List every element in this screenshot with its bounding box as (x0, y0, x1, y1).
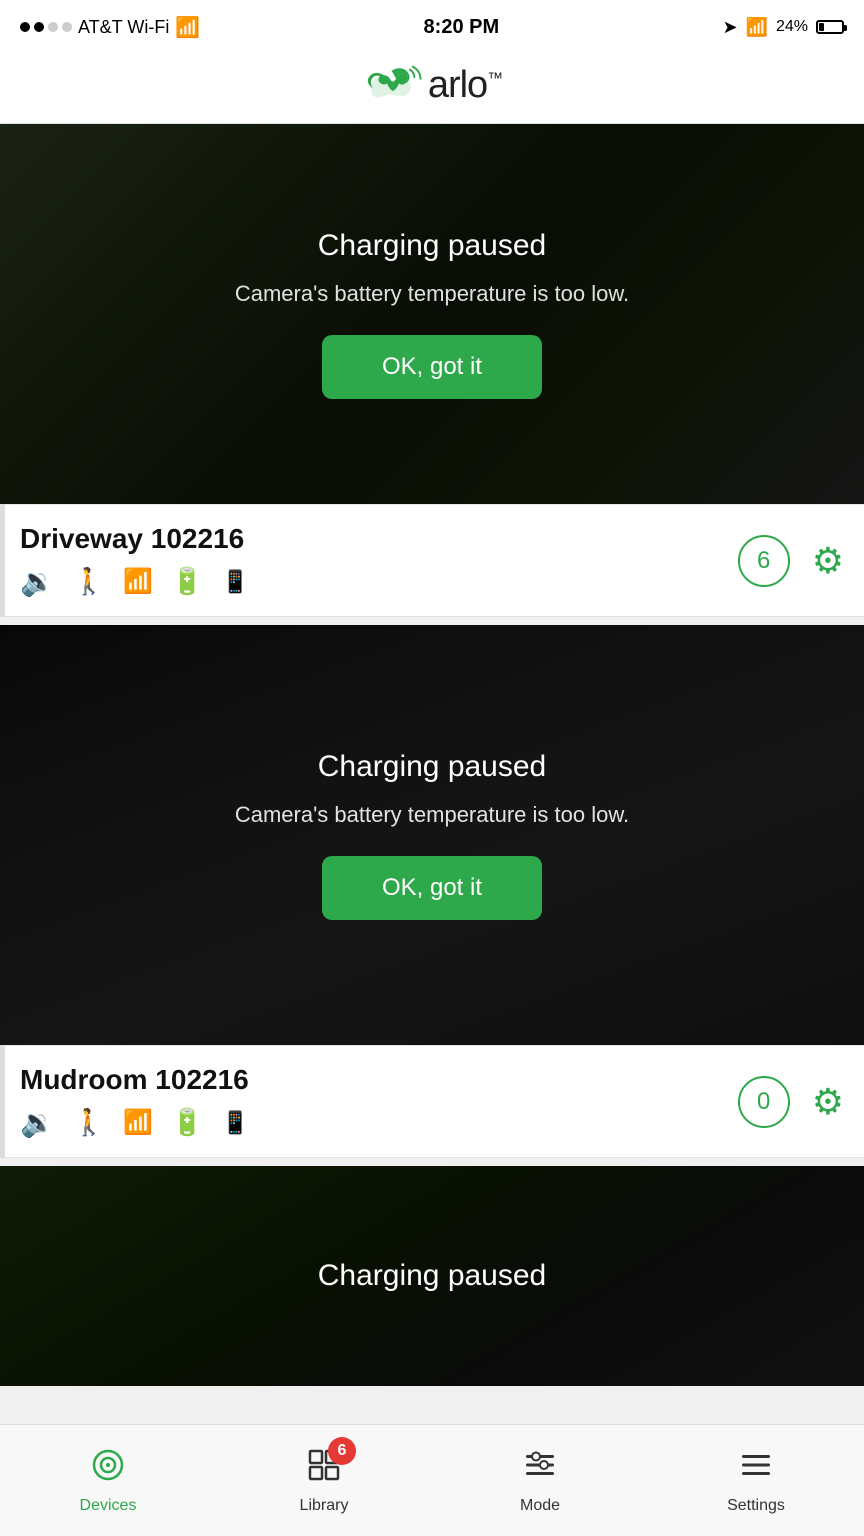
library-label: Library (300, 1497, 349, 1515)
battery-fill (819, 23, 824, 31)
location-icon: ➤ (722, 17, 737, 38)
charging-title-1: Charging paused (318, 229, 547, 263)
devices-icon (90, 1447, 126, 1491)
mode-label: Mode (520, 1497, 560, 1515)
signal-dot-1 (20, 22, 30, 32)
signal-dot-3 (48, 22, 58, 32)
app-header: arlo™ (0, 50, 864, 124)
library-badge: 6 (328, 1437, 356, 1465)
signal-dot-4 (62, 22, 72, 32)
device-icon-1: 📱 (222, 569, 249, 595)
status-right: ➤ 📶 24% (722, 17, 844, 38)
nav-library[interactable]: 6 Library (216, 1425, 432, 1536)
camera-2-left: Mudroom 102216 🔉 🚶 📶 🔋 📱 (20, 1064, 249, 1139)
settings-icon-2[interactable]: ⚙ (812, 1081, 844, 1123)
device-icon-2: 📱 (222, 1110, 249, 1136)
camera-view-1: Charging paused Camera's battery tempera… (0, 124, 864, 504)
camera-2-name: Mudroom 102216 (20, 1064, 249, 1096)
charging-title-2: Charging paused (318, 750, 547, 784)
settings-icon-1[interactable]: ⚙ (812, 540, 844, 582)
battery-icon (816, 20, 844, 34)
battery-low-icon-2: 🔋 (171, 1107, 203, 1138)
motion-icon-1: 🚶 (73, 566, 105, 597)
time-display: 8:20 PM (424, 16, 500, 39)
settings-icon (738, 1447, 774, 1491)
status-bar: AT&T Wi-Fi 📶 8:20 PM ➤ 📶 24% (0, 0, 864, 50)
bottom-nav: Devices 6 Library Mode (0, 1424, 864, 1536)
arlo-logo: arlo™ (362, 64, 502, 107)
devices-svg-icon (90, 1447, 126, 1483)
wifi-status-icon-1: 📶 (123, 567, 153, 596)
status-left: AT&T Wi-Fi 📶 (20, 15, 200, 40)
camera-card-2: Charging paused Camera's battery tempera… (0, 625, 864, 1158)
motion-icon-2: 🚶 (73, 1107, 105, 1138)
battery-percent: 24% (776, 18, 808, 36)
settings-svg-icon (738, 1447, 774, 1483)
bluetooth-icon: 📶 (746, 17, 768, 38)
wifi-status-icon-2: 📶 (123, 1108, 153, 1137)
notif-badge-2[interactable]: 0 (738, 1076, 790, 1128)
camera-2-icons: 🔉 🚶 📶 🔋 📱 (20, 1106, 249, 1139)
camera-1-left: Driveway 102216 🔉 🚶 📶 🔋 📱 (20, 523, 249, 598)
charging-title-3: Charging paused (318, 1259, 547, 1293)
signal-dot-2 (34, 22, 44, 32)
arlo-bird-icon (362, 65, 424, 107)
camera-card-1: Charging paused Camera's battery tempera… (0, 124, 864, 617)
charging-subtitle-2: Camera's battery temperature is too low. (235, 802, 629, 828)
signal-dots (20, 22, 72, 32)
devices-label: Devices (80, 1497, 137, 1515)
nav-mode[interactable]: Mode (432, 1425, 648, 1536)
ok-button-1[interactable]: OK, got it (322, 335, 542, 399)
mode-icon (522, 1447, 558, 1491)
audio-icon-1: 🔉 (20, 565, 55, 598)
camera-overlay-1: Charging paused Camera's battery tempera… (0, 124, 864, 504)
camera-overlay-2: Charging paused Camera's battery tempera… (0, 625, 864, 1045)
arlo-wordmark: arlo™ (428, 64, 502, 107)
battery-low-icon-1: 🔋 (171, 566, 203, 597)
camera-view-3: Charging paused (0, 1166, 864, 1386)
camera-card-3: Charging paused (0, 1166, 864, 1386)
camera-2-right: 0 ⚙ (738, 1076, 844, 1128)
camera-overlay-3: Charging paused (0, 1166, 864, 1386)
audio-icon-2: 🔉 (20, 1106, 55, 1139)
charging-subtitle-1: Camera's battery temperature is too low. (235, 281, 629, 307)
ok-button-2[interactable]: OK, got it (322, 856, 542, 920)
camera-1-right: 6 ⚙ (738, 535, 844, 587)
camera-info-row-1: Driveway 102216 🔉 🚶 📶 🔋 📱 (0, 504, 864, 617)
camera-view-2: Charging paused Camera's battery tempera… (0, 625, 864, 1045)
mode-svg-icon (522, 1447, 558, 1483)
carrier-label: AT&T Wi-Fi (78, 17, 169, 38)
settings-label: Settings (727, 1497, 785, 1515)
camera-1-icons: 🔉 🚶 📶 🔋 📱 (20, 565, 249, 598)
nav-devices[interactable]: Devices (0, 1425, 216, 1536)
wifi-icon: 📶 (175, 15, 200, 40)
camera-1-name: Driveway 102216 (20, 523, 249, 555)
nav-settings[interactable]: Settings (648, 1425, 864, 1536)
notif-badge-1[interactable]: 6 (738, 535, 790, 587)
camera-info-row-2: Mudroom 102216 🔉 🚶 📶 🔋 📱 0 ⚙ (0, 1045, 864, 1158)
